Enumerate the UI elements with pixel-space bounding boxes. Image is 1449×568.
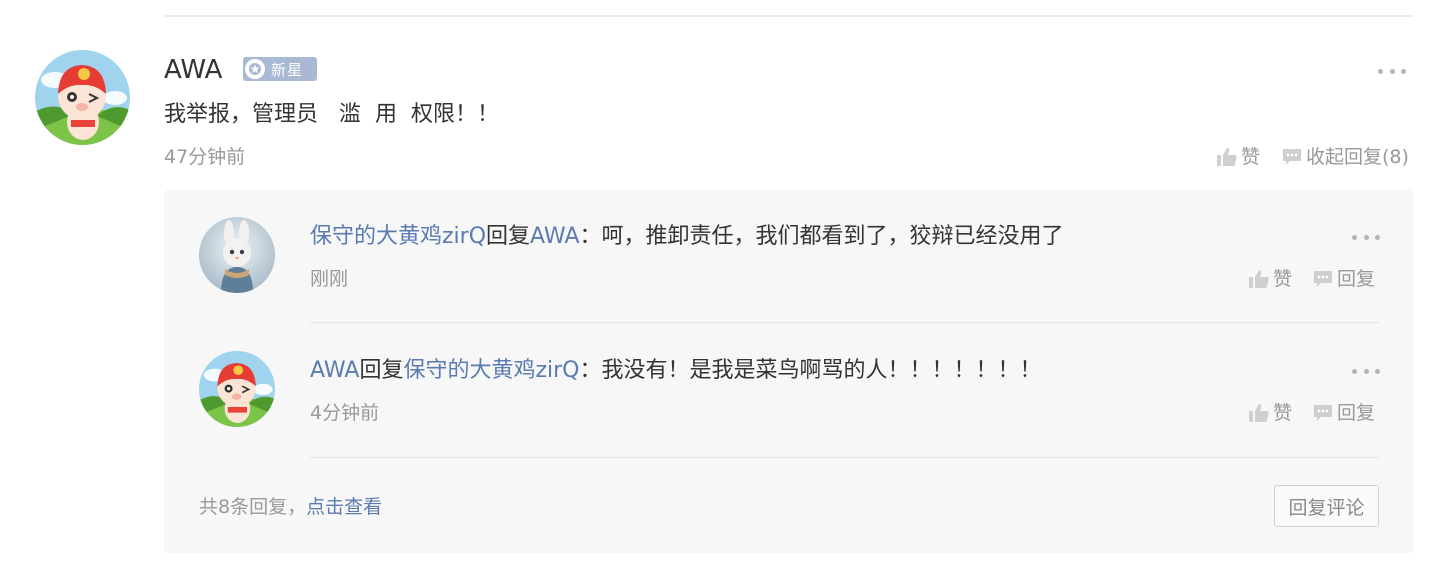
like-button[interactable]: 赞 — [1216, 144, 1260, 170]
reply-divider — [310, 457, 1379, 458]
reply-content: 我没有！是我是菜鸟啊骂的人！！！！！！！ — [601, 358, 1042, 383]
comment-bubble-icon — [1314, 271, 1332, 287]
reply-target-link[interactable]: AWA — [530, 224, 579, 249]
star-icon — [245, 59, 265, 79]
comment-timestamp: 47分钟前 — [164, 146, 246, 168]
reply-like-label: 赞 — [1273, 402, 1293, 424]
comment-bubble-icon — [1314, 405, 1332, 421]
reply-timestamp: 刚刚 — [310, 268, 349, 290]
status-badge: 新星 — [243, 57, 317, 81]
reply-summary: 共8条回复，点击查看 — [199, 494, 382, 520]
thumbs-up-icon — [1249, 270, 1269, 288]
reply-count-text: 共8条回复， — [199, 496, 307, 518]
badge-label: 新星 — [271, 60, 304, 79]
top-divider — [164, 15, 1413, 17]
reply-author-link[interactable]: AWA — [310, 358, 359, 383]
reply-avatar[interactable] — [199, 217, 275, 293]
reply-like-label: 赞 — [1273, 268, 1293, 290]
reply-separator: ： — [579, 358, 602, 383]
reply-more-options-icon[interactable] — [1352, 366, 1380, 376]
reply-word: 回复 — [486, 224, 531, 249]
reply-separator: ： — [579, 224, 602, 249]
thumbs-up-icon — [1217, 148, 1237, 166]
reply-word: 回复 — [359, 358, 404, 383]
cartoon-pig-avatar-icon — [199, 351, 275, 427]
bunny-avatar-icon — [199, 217, 275, 293]
reply-reply-label: 回复 — [1337, 268, 1376, 290]
reply-like-button[interactable]: 赞 — [1248, 266, 1292, 292]
reply-avatar[interactable] — [199, 351, 275, 427]
reply-text-line: 保守的大黄鸡zirQ回复AWA：呵，推卸责任，我们都看到了，狡辩已经没用了 — [310, 220, 1064, 254]
comment-bubble-icon — [1283, 149, 1301, 165]
cartoon-pig-avatar-icon — [35, 50, 130, 145]
reply-reply-label: 回复 — [1337, 402, 1376, 424]
reply-content: 呵，推卸责任，我们都看到了，狡辩已经没用了 — [601, 224, 1064, 249]
reply-reply-button[interactable]: 回复 — [1312, 266, 1375, 292]
author-name[interactable]: AWA — [164, 52, 222, 88]
comment-text: 我举报，管理员 滥 用 权限！！ — [164, 102, 499, 127]
author-avatar[interactable] — [35, 50, 130, 145]
more-options-icon[interactable] — [1378, 66, 1406, 76]
collapse-replies-label: 收起回复(8) — [1306, 146, 1409, 168]
reply-comment-button[interactable]: 回复评论 — [1274, 485, 1379, 527]
reply-timestamp: 4分钟前 — [310, 402, 380, 424]
reply-author-link[interactable]: 保守的大黄鸡zirQ — [310, 224, 486, 249]
reply-more-options-icon[interactable] — [1352, 232, 1380, 242]
reply-divider — [310, 322, 1379, 323]
view-all-replies-link[interactable]: 点击查看 — [306, 496, 382, 518]
like-label: 赞 — [1241, 146, 1261, 168]
collapse-replies-button[interactable]: 收起回复(8) — [1281, 144, 1409, 170]
reply-reply-button[interactable]: 回复 — [1312, 400, 1375, 426]
thumbs-up-icon — [1249, 404, 1269, 422]
reply-target-link[interactable]: 保守的大黄鸡zirQ — [403, 358, 579, 383]
reply-like-button[interactable]: 赞 — [1248, 400, 1292, 426]
reply-text-line: AWA回复保守的大黄鸡zirQ：我没有！是我是菜鸟啊骂的人！！！！！！！ — [310, 354, 1042, 388]
